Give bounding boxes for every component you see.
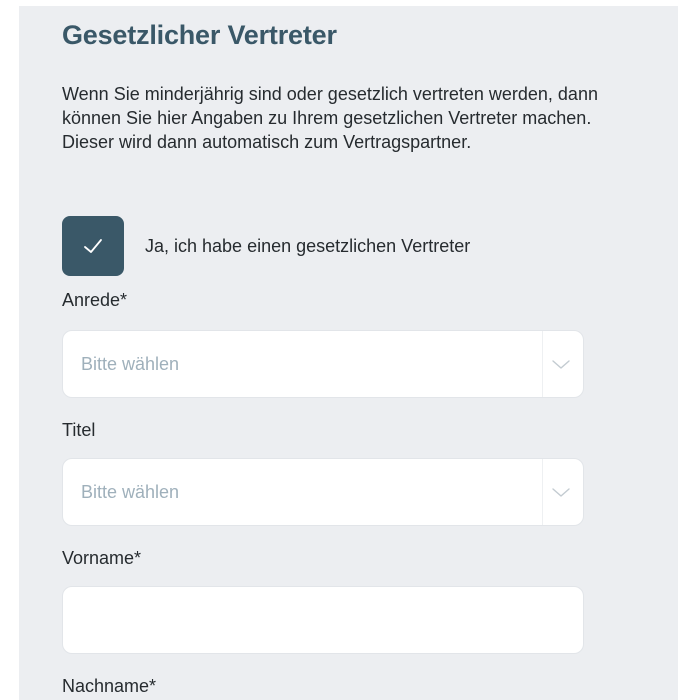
legal-representative-checkbox-label[interactable]: Ja, ich habe einen gesetzlichen Vertrete… [145, 236, 470, 257]
checkmark-icon [84, 239, 102, 253]
vorname-field[interactable] [62, 586, 584, 654]
vorname-label: Vorname* [62, 548, 142, 568]
titel-placeholder: Bitte wählen [81, 482, 180, 502]
legal-representative-checkbox[interactable] [62, 216, 124, 276]
select-divider [542, 459, 543, 525]
legal-representative-checkbox-row[interactable]: Ja, ich habe einen gesetzlichen Vertrete… [62, 216, 470, 276]
section-description: Wenn Sie minderjährig sind oder gesetzli… [62, 84, 598, 152]
anrede-label: Anrede* [62, 290, 128, 310]
chevron-down-icon[interactable] [551, 485, 571, 499]
select-divider [542, 331, 543, 397]
form-panel: Gesetzlicher Vertreter Wenn Sie minderjä… [19, 6, 678, 700]
nachname-label: Nachname* [62, 676, 157, 696]
titel-label: Titel [62, 420, 96, 440]
anrede-placeholder: Bitte wählen [81, 354, 180, 374]
vorname-input[interactable] [63, 587, 583, 653]
anrede-select[interactable]: Bitte wählen [62, 330, 584, 398]
chevron-down-icon[interactable] [551, 357, 571, 371]
titel-select[interactable]: Bitte wählen [62, 458, 584, 526]
section-title: Gesetzlicher Vertreter [62, 20, 337, 50]
